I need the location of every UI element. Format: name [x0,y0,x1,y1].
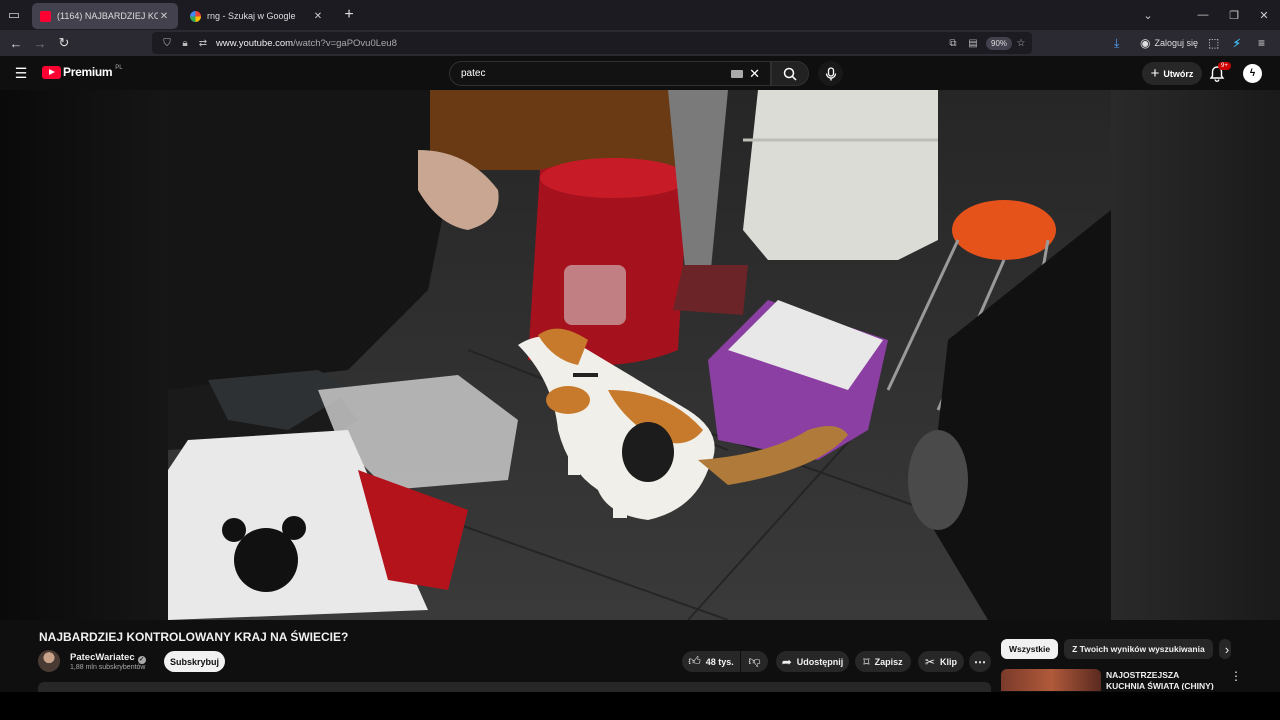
app-menu-icon[interactable]: ≡ [1258,30,1265,56]
browser-nav-bar: ← → ↻ ⛉ 🔒︎ ⇄ www.youtube.com/watch?v=gaP… [0,30,1280,56]
browser-tab-strip: ▭ (1164) NAJBARDZIEJ KONTROLO ✕ rng - Sz… [0,0,1280,30]
permissions-icon[interactable]: ⇄ [194,32,212,54]
create-button[interactable]: + Utwórz [1142,62,1202,85]
video-player-area [0,90,1280,620]
clip-label: Klip [940,656,958,667]
create-label: Utwórz [1163,68,1194,79]
back-button[interactable]: ← [4,31,28,55]
tab-title: (1164) NAJBARDZIEJ KONTROLO [57,11,158,21]
chevron-right-icon[interactable]: › [1218,640,1236,658]
dislike-button[interactable]: 👎︎ [741,651,768,672]
shield-icon[interactable]: ⛉ [158,32,176,54]
notification-badge: 9+ [1218,62,1231,70]
google-favicon-icon [190,10,201,22]
like-count: 48 tys. [705,656,734,667]
subscribe-button[interactable]: Subskrybuj [164,651,225,672]
thumbs-up-icon: 👍︎ [688,654,701,668]
verified-badge-icon: ✓ [137,656,146,664]
lock-icon[interactable]: 🔒︎ [176,32,194,54]
youtube-play-icon [42,65,61,79]
description-box[interactable] [38,682,991,692]
reader-view-icon[interactable]: ▤ [964,32,982,54]
clear-search-icon[interactable]: ✕ [749,66,760,82]
video-frame [168,90,1111,620]
minimize-button[interactable]: — [1187,0,1219,30]
channel-name[interactable]: PatecWariatec ✓ [70,652,146,664]
youtube-premium-logo[interactable]: Premium PL [42,65,123,79]
youtube-header: ☰ Premium PL ✕ + Utwórz 9+ ϟ [0,56,1280,90]
scissors-icon: ✂︎ [924,654,936,669]
save-label: Zapisz [874,656,903,667]
close-tab-icon[interactable]: ✕ [158,11,170,22]
more-icon: ⋯ [974,654,986,669]
forward-button[interactable]: → [28,31,52,55]
search-box[interactable]: ✕ [449,61,771,86]
address-bar[interactable]: ⛉ 🔒︎ ⇄ www.youtube.com/watch?v=gaPOvu0Le… [152,32,1032,54]
new-tab-button[interactable]: + [336,2,362,28]
country-code: PL [115,65,123,71]
subscriber-count: 1,88 mln subskrybentów [70,664,146,671]
login-button[interactable]: ◉ Zaloguj się [1140,30,1198,56]
search-input[interactable] [461,68,732,79]
downloads-icon[interactable]: ⤓ [1114,30,1119,56]
screen-bottom [0,692,1280,720]
logo-text: Premium [63,65,113,79]
tab-overflow-chevron-icon[interactable]: ⌄ [1132,0,1164,30]
video-player[interactable] [168,90,1111,620]
voice-search-button[interactable] [818,61,843,86]
more-actions-button[interactable]: ⋯ [969,651,991,672]
reload-button[interactable]: ↻ [52,31,76,55]
bookmark-star-icon[interactable]: ☆ [1012,32,1030,54]
search-button[interactable] [771,61,809,86]
youtube-favicon-icon [40,10,51,22]
keyboard-icon[interactable] [731,69,744,78]
login-label: Zaloguj się [1154,38,1199,48]
extension-icon[interactable]: ⚡︎ [1233,30,1241,56]
share-label: Udostępnij [796,656,844,667]
url-text[interactable]: www.youtube.com/watch?v=gaPOvu0Leu8 [216,38,397,49]
chip-all[interactable]: Wszystkie [1001,639,1059,659]
related-filter-chips: Wszystkie Z Twoich wyników wyszukiwania [1001,639,1237,659]
hamburger-menu-icon[interactable]: ☰ [12,64,30,82]
url-path: /watch?v=gaPOvu0Leu8 [293,37,397,49]
save-button[interactable]: ⌑ Zapisz [855,651,911,672]
more-vert-icon[interactable]: ⋮ [1228,669,1244,685]
tab-google[interactable]: rng - Szukaj w Google ✕ [182,3,332,29]
picture-in-picture-icon[interactable]: ⧉ [944,32,962,54]
url-host: www.youtube.com [216,37,294,49]
video-title: NAJBARDZIEJ KONTROLOWANY KRAJ NA ŚWIECIE… [39,630,349,644]
share-button[interactable]: ➦ Udostępnij [776,651,849,672]
tab-title: rng - Szukaj w Google [207,11,296,21]
share-icon: ➦ [781,654,792,669]
thumbs-down-icon: 👎︎ [748,654,761,668]
chip-from-search[interactable]: Z Twoich wyników wyszukiwania [1064,639,1213,659]
recommendation-title[interactable]: NAJOSTRZEJSZA KUCHNIA ŚWIATA (CHINY) [1106,670,1218,690]
close-window-button[interactable]: ✕ [1248,0,1280,30]
account-icon: ◉ [1140,36,1151,50]
like-button[interactable]: 👍︎ 48 tys. [682,651,740,672]
close-tab-icon[interactable]: ✕ [312,11,324,22]
account-avatar[interactable]: ϟ [1243,64,1262,83]
zoom-level[interactable]: 90% [986,37,1013,50]
microphone-icon [825,66,836,80]
recommendation-thumbnail[interactable] [1001,669,1101,691]
tab-youtube[interactable]: (1164) NAJBARDZIEJ KONTROLO ✕ [32,3,178,29]
channel-avatar[interactable] [38,650,60,672]
channel-name-text: PatecWariatec [70,652,135,663]
tab-list-icon[interactable]: ▭ [0,0,28,30]
search-icon [783,67,797,81]
ambient-right [1111,90,1280,620]
restore-button[interactable]: ❐ [1218,0,1250,30]
ambient-left [0,90,168,620]
save-icon: ⌑ [863,654,870,669]
plus-icon: + [1150,65,1160,82]
clip-button[interactable]: ✂︎ Klip [918,651,964,672]
extensions-icon[interactable]: ⬚ [1208,30,1219,56]
